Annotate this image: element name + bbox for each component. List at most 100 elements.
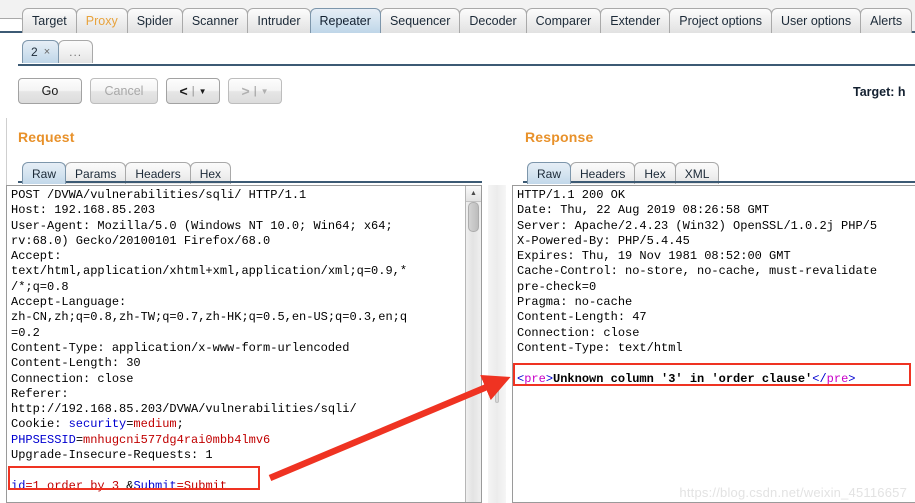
target-label: Target: h xyxy=(853,85,906,99)
request-token: security xyxy=(68,417,127,432)
request-line: POST /DVWA/vulnerabilities/sqli/ HTTP/1.… xyxy=(11,188,481,203)
csdn-watermark: https://blog.csdn.net/weixin_45116657 xyxy=(679,485,907,500)
request-token: Content-Type: application/x-www-form-url… xyxy=(11,340,350,355)
back-history-button[interactable]: < | ▼ xyxy=(166,78,220,104)
request-line: /*;q=0.8 xyxy=(11,280,481,295)
response-line: Pragma: no-cache xyxy=(517,295,915,310)
request-line: Upgrade-Insecure-Requests: 1 xyxy=(11,448,481,463)
request-line: Connection: close xyxy=(11,372,481,387)
forward-history-button[interactable]: > | ▼ xyxy=(228,78,282,104)
response-raw-editor[interactable]: HTTP/1.1 200 OK Date: Thu, 22 Aug 2019 08… xyxy=(512,185,915,503)
main-tab-user-options[interactable]: User options xyxy=(770,8,862,33)
response-line: Cache-Control: no-store, no-cache, must-… xyxy=(517,264,915,279)
go-button-label: Go xyxy=(41,84,59,98)
main-tab-comparer[interactable]: Comparer xyxy=(525,8,602,33)
main-tab-proxy[interactable]: Proxy xyxy=(75,8,128,33)
main-tab-intruder[interactable]: Intruder xyxy=(247,8,311,33)
main-tab-strip: Target Proxy Spider Scanner Intruder Repeater… xyxy=(22,4,913,33)
response-panel-title: Response xyxy=(525,129,594,145)
request-token: http://192.168.85.203/DVWA/vulnerabiliti… xyxy=(11,402,357,417)
cancel-button-label: Cancel xyxy=(104,84,144,98)
response-token: Expires: Thu, 19 Nov 1981 08:52:00 GMT xyxy=(517,249,791,264)
repeater-tab-bar: 2 ×... xyxy=(0,33,915,69)
splitter-grip[interactable] xyxy=(495,377,499,403)
response-line: Server: Apache/2.4.23 (Win32) OpenSSL/1.… xyxy=(517,219,915,234)
request-token: mnhugcni577dg4rai0mbb4lmv6 xyxy=(83,432,271,447)
request-token: Host: 192.168.85.203 xyxy=(11,203,156,218)
request-token: Accept-Language: xyxy=(11,295,127,310)
response-error-highlight-box xyxy=(513,363,911,386)
scroll-up-icon[interactable]: ▲ xyxy=(466,186,481,202)
request-line: Accept: xyxy=(11,249,481,264)
request-token: = xyxy=(75,432,84,447)
response-token: Connection: close xyxy=(517,325,640,340)
request-line: rv:68.0) Gecko/20100101 Firefox/68.0 xyxy=(11,234,481,249)
response-line: HTTP/1.1 200 OK xyxy=(517,188,915,203)
request-token: rv:68.0) Gecko/20100101 Firefox/68.0 xyxy=(11,233,271,248)
request-token: =0.2 xyxy=(11,325,40,340)
response-line: Date: Thu, 22 Aug 2019 08:26:58 GMT xyxy=(517,203,915,218)
request-line: PHPSESSID=mnhugcni577dg4rai0mbb4lmv6 xyxy=(11,433,481,448)
main-tab-repeater[interactable]: Repeater xyxy=(309,8,381,33)
request-line: Content-Type: application/x-www-form-url… xyxy=(11,341,481,356)
main-tab-target[interactable]: Target xyxy=(22,8,77,33)
close-icon[interactable]: × xyxy=(44,41,50,64)
response-token: Cache-Control: no-store, no-cache, must-… xyxy=(517,264,878,279)
main-tab-extender[interactable]: Extender xyxy=(600,8,671,33)
chevron-down-icon: ▼ xyxy=(260,86,269,96)
response-token: Server: Apache/2.4.23 (Win32) OpenSSL/1.… xyxy=(517,218,878,233)
chevron-left-icon: < xyxy=(179,83,188,99)
repeater-tab-strip: 2 ×... xyxy=(22,40,94,64)
response-line: Content-Length: 47 xyxy=(517,310,915,325)
request-tab-underline xyxy=(18,181,482,183)
request-token: text/html,application/xhtml+xml,applicat… xyxy=(11,264,408,279)
response-token: X-Powered-By: PHP/5.4.45 xyxy=(517,233,690,248)
response-token: Pragma: no-cache xyxy=(517,295,633,310)
request-line: Cookie: security=medium; xyxy=(11,417,481,432)
request-line: Host: 192.168.85.203 xyxy=(11,203,481,218)
request-token: Connection: close xyxy=(11,371,134,386)
main-tab-project-options[interactable]: Project options xyxy=(669,8,772,33)
scrollbar-thumb[interactable] xyxy=(468,202,479,232)
request-token: zh-CN,zh;q=0.8,zh-TW;q=0.7,zh-HK;q=0.5,e… xyxy=(11,310,408,325)
request-token: User-Agent: Mozilla/5.0 (Windows NT 10.0… xyxy=(11,218,393,233)
request-line: http://192.168.85.203/DVWA/vulnerabiliti… xyxy=(11,402,481,417)
request-token: medium xyxy=(133,417,177,432)
chevron-down-icon: ▼ xyxy=(198,86,207,96)
response-token: Content-Type: text/html xyxy=(517,340,683,355)
main-tab-scanner[interactable]: Scanner xyxy=(181,8,249,33)
response-tab-underline xyxy=(523,181,915,183)
new-repeater-tab-button[interactable]: ... xyxy=(58,40,94,63)
panel-splitter[interactable] xyxy=(488,185,506,503)
request-body-highlight-box xyxy=(8,466,260,490)
response-line: X-Powered-By: PHP/5.4.45 xyxy=(517,234,915,249)
go-button[interactable]: Go xyxy=(18,78,82,104)
repeater-tab-2[interactable]: 2 × xyxy=(22,40,60,64)
request-tab-raw[interactable]: Raw xyxy=(22,162,67,184)
button-separator: | xyxy=(253,85,257,97)
request-panel-title: Request xyxy=(18,129,75,145)
request-token: Cookie: xyxy=(11,417,69,432)
request-token: POST /DVWA/vulnerabilities/sqli/ HTTP/1.… xyxy=(11,188,307,202)
request-token: Accept: xyxy=(11,249,62,264)
cancel-button[interactable]: Cancel xyxy=(90,78,158,104)
request-token: /*;q=0.8 xyxy=(11,279,69,294)
request-token: Referer: xyxy=(11,386,69,401)
main-tab-bar: Target Proxy Spider Scanner Intruder Repeater… xyxy=(0,0,915,33)
main-tab-spider[interactable]: Spider xyxy=(126,8,183,33)
request-vertical-scrollbar[interactable]: ▲ xyxy=(465,186,481,502)
response-line: Expires: Thu, 19 Nov 1981 08:52:00 GMT xyxy=(517,249,915,264)
main-tab-alerts[interactable]: Alerts xyxy=(860,8,913,33)
request-line: zh-CN,zh;q=0.8,zh-TW;q=0.7,zh-HK;q=0.5,e… xyxy=(11,310,481,325)
response-token: Content-Length: 47 xyxy=(517,310,647,325)
request-line: text/html,application/xhtml+xml,applicat… xyxy=(11,264,481,279)
chevron-right-icon: > xyxy=(241,83,250,99)
request-token: Upgrade-Insecure-Requests: 1 xyxy=(11,448,213,463)
response-token: pre-check=0 xyxy=(517,279,597,294)
response-tab-raw[interactable]: Raw xyxy=(527,162,572,184)
response-line: pre-check=0 xyxy=(517,280,915,295)
request-raw-editor[interactable]: POST /DVWA/vulnerabilities/sqli/ HTTP/1.… xyxy=(6,185,482,503)
request-token: ; xyxy=(176,417,184,432)
main-tab-decoder[interactable]: Decoder xyxy=(459,8,527,33)
main-tab-sequencer[interactable]: Sequencer xyxy=(379,8,461,33)
